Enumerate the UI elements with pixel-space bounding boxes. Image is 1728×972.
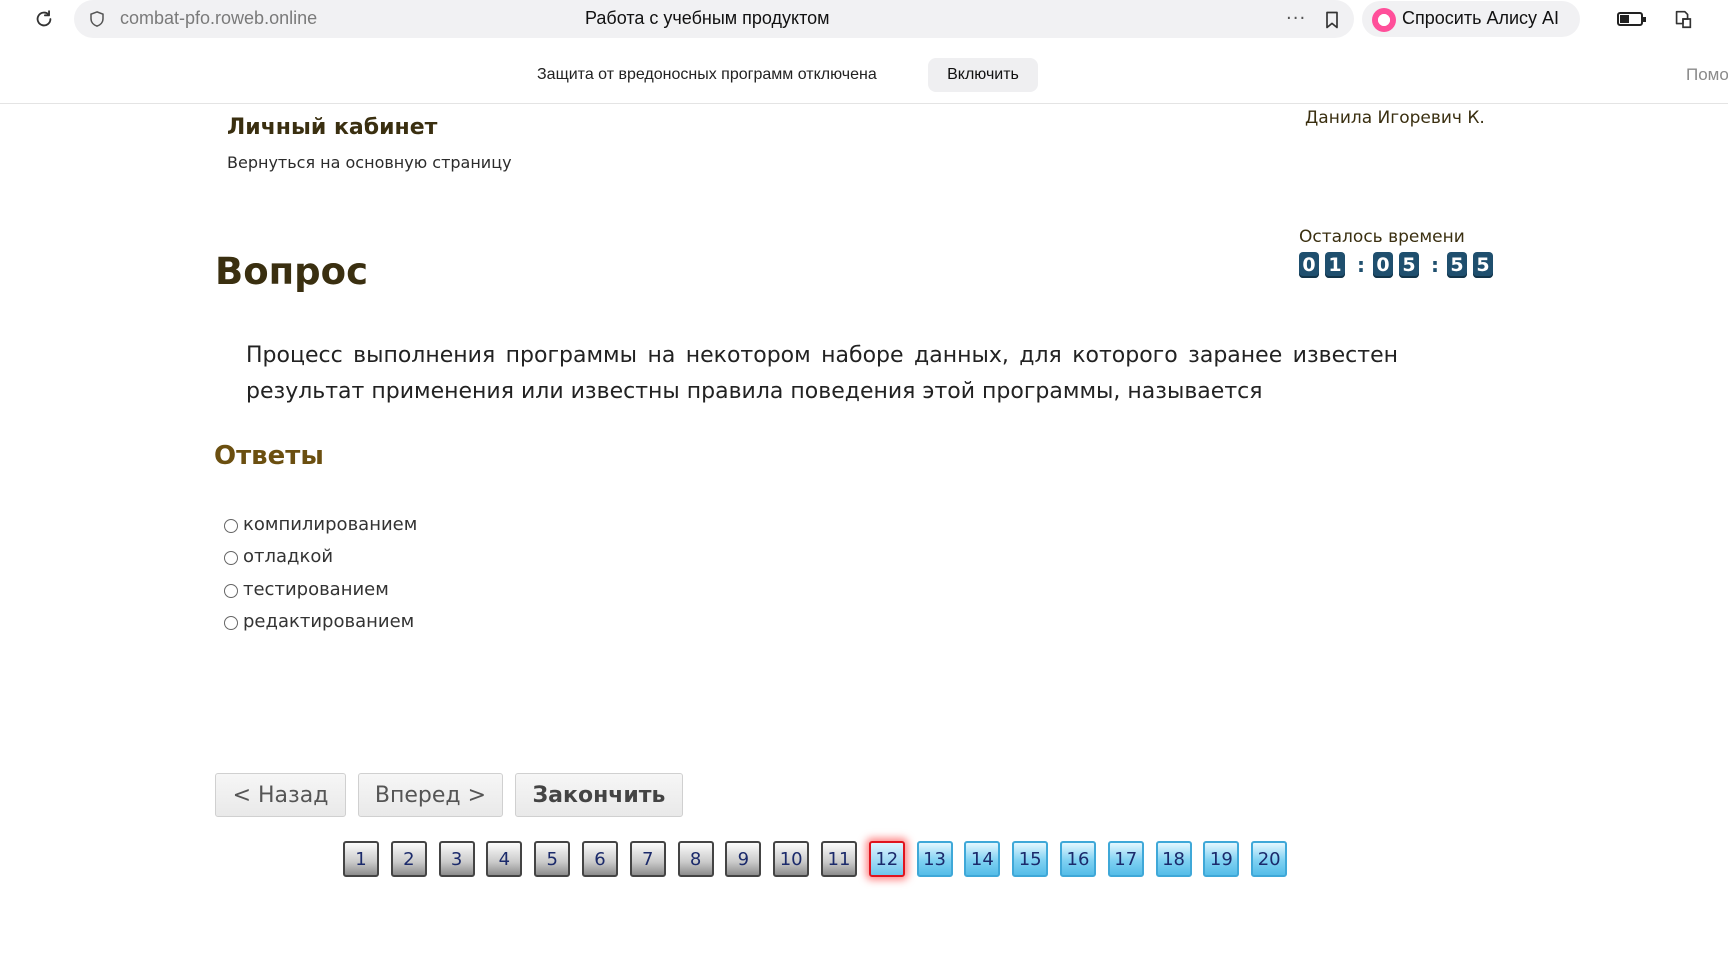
extension-icon[interactable] [1672, 8, 1694, 30]
infobar-message: Защита от вредоносных программ отключена [537, 66, 877, 83]
answer-label[interactable]: редактированием [243, 611, 414, 632]
page-button[interactable]: 16 [1059, 841, 1096, 877]
answer-label[interactable]: компилированием [243, 514, 417, 535]
page-button[interactable]: 5 [534, 841, 571, 877]
shield-icon[interactable] [88, 10, 106, 28]
answer-option[interactable]: тестированием [224, 573, 417, 606]
finish-button[interactable]: Закончить [515, 773, 683, 817]
timer-separator: : [1357, 253, 1365, 277]
question-text: Процесс выполнения программы на некоторо… [246, 343, 1398, 404]
current-page-button[interactable]: 12 [868, 841, 905, 877]
page-button[interactable]: 14 [964, 841, 1001, 877]
page-button[interactable]: 10 [773, 841, 810, 877]
answer-label[interactable]: тестированием [243, 579, 389, 600]
reload-icon[interactable] [33, 8, 55, 30]
page-button[interactable]: 13 [916, 841, 953, 877]
page-button[interactable]: 3 [438, 841, 475, 877]
back-button[interactable]: < Назад [215, 773, 346, 817]
timer-digit: 5 [1399, 252, 1419, 278]
radio-button[interactable] [224, 551, 238, 566]
answer-label[interactable]: отладкой [243, 546, 333, 567]
page-button[interactable]: 11 [820, 841, 857, 877]
cabinet-title[interactable]: Личный кабинет [227, 115, 437, 140]
page-button[interactable]: 8 [677, 841, 714, 877]
page-button[interactable]: 2 [390, 841, 427, 877]
answer-option[interactable]: отладкой [224, 541, 417, 574]
page-button[interactable]: 20 [1251, 841, 1288, 877]
more-dots-icon[interactable]: ··· [1286, 8, 1306, 29]
question-navigation: < Назад Вперед > Закончить [215, 773, 695, 817]
question-title: Вопрос [215, 250, 369, 293]
user-name: Данила Игоревич К. [1305, 108, 1485, 128]
page-button[interactable]: 9 [725, 841, 762, 877]
answer-option[interactable]: компилированием [224, 508, 417, 541]
tab-title: Работа с учебным продуктом [585, 8, 830, 28]
enable-protection-button[interactable]: Включить [928, 58, 1038, 92]
timer-digit: 5 [1447, 252, 1467, 278]
url-text[interactable]: combat-pfo.roweb.online [120, 8, 317, 29]
page-button[interactable]: 6 [581, 841, 618, 877]
ask-alice-label[interactable]: Спросить Алису AI [1402, 8, 1559, 29]
page-button[interactable]: 17 [1107, 841, 1144, 877]
back-to-main-link[interactable]: Вернуться на основную страницу [227, 153, 512, 172]
radio-button[interactable] [224, 518, 238, 533]
battery-icon [1617, 12, 1646, 26]
radio-button[interactable] [224, 616, 238, 631]
security-infobar: Защита от вредоносных программ отключена… [0, 38, 1728, 104]
page-button[interactable]: 15 [1012, 841, 1049, 877]
bookmark-icon[interactable] [1322, 9, 1342, 31]
question-pager: 1 2 3 4 5 6 7 8 9 10 11 12 13 14 15 16 1… [343, 841, 1299, 877]
timer-digit: 0 [1299, 252, 1319, 278]
countdown-timer: 0 1 : 0 5 : 5 5 [1299, 252, 1499, 278]
browser-toolbar: combat-pfo.roweb.online Работа с учебным… [0, 0, 1728, 38]
timer-separator: : [1431, 253, 1439, 277]
page-button[interactable]: 19 [1203, 841, 1240, 877]
answer-list: компилированием отладкой тестированием р… [224, 508, 417, 638]
timer-label: Осталось времени [1299, 227, 1465, 247]
timer-digit: 1 [1325, 252, 1345, 278]
page-button[interactable]: 1 [343, 841, 379, 877]
page-button[interactable]: 18 [1155, 841, 1192, 877]
timer-digit: 0 [1373, 252, 1393, 278]
answers-title: Ответы [214, 441, 324, 471]
radio-button[interactable] [224, 583, 238, 598]
forward-button[interactable]: Вперед > [358, 773, 503, 817]
page-button[interactable]: 7 [629, 841, 666, 877]
page-button[interactable]: 4 [486, 841, 523, 877]
help-link[interactable]: Помо [1686, 65, 1728, 85]
timer-digit: 5 [1473, 252, 1493, 278]
alice-icon [1372, 8, 1396, 32]
answer-option[interactable]: редактированием [224, 606, 417, 639]
